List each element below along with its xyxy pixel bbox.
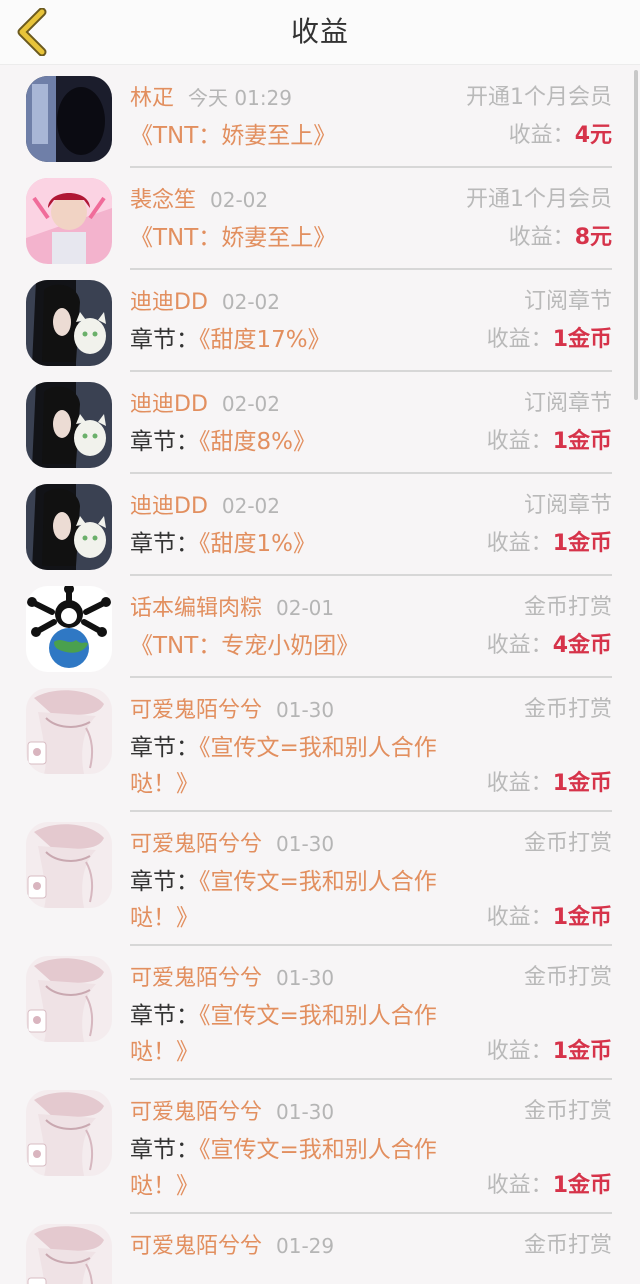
chapter-prefix: 章节：	[130, 735, 199, 761]
list-item[interactable]: 迪迪DD 02-02 订阅章节 章节：《甜度1%》 收益：1金币	[0, 474, 640, 576]
chapter-prefix: 章节：	[130, 1137, 199, 1163]
earnings-list: 林疋 今天 01:29 开通1个月会员 《TNT：娇妻至上》 收益：4元 裴念笙 02-…	[0, 66, 640, 1284]
chapter-title: 《甜度17%》	[199, 327, 331, 353]
earning-label: 收益：	[508, 225, 575, 250]
earning-type: 开通1个月会员	[466, 187, 612, 212]
earning-type: 金币打赏	[523, 965, 612, 990]
chapter-prefix: 章节：	[130, 531, 199, 557]
user-name: 可爱鬼陌兮兮	[130, 966, 263, 991]
earning-value: 1金币	[552, 327, 612, 352]
avatar	[26, 1090, 112, 1176]
list-item[interactable]: 可爱鬼陌兮兮 01-30 金币打赏 章节：《宣传文=我和别人合作哒！》 收益：1金币	[0, 812, 640, 946]
scrollbar[interactable]	[634, 70, 638, 400]
timestamp: 01-30	[276, 1100, 335, 1124]
user-name: 话本编辑肉粽	[130, 596, 263, 621]
timestamp: 今天 01:29	[188, 86, 293, 110]
book-title: 《TNT：专宠小奶团》	[130, 633, 360, 659]
list-item[interactable]: 林疋 今天 01:29 开通1个月会员 《TNT：娇妻至上》 收益：4元	[0, 66, 640, 168]
user-name: 迪迪DD	[130, 392, 208, 417]
timestamp: 01-30	[276, 832, 335, 856]
chapter-prefix: 章节：	[130, 327, 199, 353]
earning-label: 收益：	[486, 1173, 553, 1198]
timestamp: 01-30	[276, 698, 335, 722]
earning-value: 1金币	[552, 771, 612, 796]
earning-label: 收益：	[486, 771, 553, 796]
avatar	[26, 822, 112, 908]
user-name: 可爱鬼陌兮兮	[130, 698, 263, 723]
list-item[interactable]: 可爱鬼陌兮兮 01-30 金币打赏 章节：《宣传文=我和别人合作哒！》 收益：1金币	[0, 946, 640, 1080]
timestamp: 02-02	[221, 392, 281, 416]
chapter-prefix: 章节：	[130, 429, 199, 455]
list-item[interactable]: 可爱鬼陌兮兮 01-30 金币打赏 章节：《宣传文=我和别人合作哒！》 收益：1金币	[0, 1080, 640, 1214]
earning-value: 1金币	[552, 1039, 612, 1064]
earning-type: 金币打赏	[523, 1233, 612, 1258]
earning-label: 收益：	[486, 531, 553, 556]
earning-type: 金币打赏	[523, 831, 612, 856]
user-name: 林疋	[130, 86, 175, 111]
earning-type: 订阅章节	[523, 493, 612, 518]
avatar	[26, 382, 112, 468]
earning-value: 1金币	[552, 905, 612, 930]
timestamp: 02-02	[221, 290, 281, 314]
earning-value: 1金币	[552, 1173, 612, 1198]
earning-label: 收益：	[486, 327, 553, 352]
avatar	[26, 178, 112, 264]
earning-type: 开通1个月会员	[466, 85, 612, 110]
book-title: 《TNT：娇妻至上》	[130, 123, 337, 149]
earning-label: 收益：	[486, 905, 553, 930]
avatar	[26, 956, 112, 1042]
earning-value: 1金币	[552, 429, 612, 454]
avatar	[26, 586, 112, 672]
earning-type: 金币打赏	[523, 1099, 612, 1124]
list-item[interactable]: 迪迪DD 02-02 订阅章节 章节：《甜度17%》 收益：1金币	[0, 270, 640, 372]
user-name: 可爱鬼陌兮兮	[130, 832, 263, 857]
chapter-prefix: 章节：	[130, 869, 199, 895]
top-bar: 收益	[0, 0, 640, 65]
book-title: 《TNT：娇妻至上》	[130, 225, 337, 251]
avatar	[26, 484, 112, 570]
earning-value: 1金币	[552, 531, 612, 556]
earning-value: 8元	[574, 225, 612, 250]
earning-value: 4元	[574, 123, 612, 148]
list-item[interactable]: 裴念笙 02-02 开通1个月会员 《TNT：娇妻至上》 收益：8元	[0, 168, 640, 270]
earning-type: 订阅章节	[523, 289, 612, 314]
page-title: 收益	[290, 15, 349, 48]
list-item[interactable]: 迪迪DD 02-02 订阅章节 章节：《甜度8%》 收益：1金币	[0, 372, 640, 474]
chapter-title: 《甜度1%》	[199, 531, 316, 557]
user-name: 裴念笙	[130, 188, 197, 213]
timestamp: 02-02	[210, 188, 269, 212]
list-item[interactable]: 话本编辑肉粽 02-01 金币打赏 《TNT：专宠小奶团》 收益：4金币	[0, 576, 640, 678]
chapter-prefix: 章节：	[130, 1003, 199, 1029]
timestamp: 02-02	[221, 494, 281, 518]
user-name: 迪迪DD	[130, 290, 208, 315]
list-item[interactable]: 可爱鬼陌兮兮 01-30 金币打赏 章节：《宣传文=我和别人合作哒！》 收益：1金币	[0, 678, 640, 812]
timestamp: 01-30	[276, 966, 335, 990]
avatar	[26, 280, 112, 366]
earning-type: 金币打赏	[523, 595, 612, 620]
timestamp: 02-01	[276, 596, 335, 620]
list-item[interactable]: 可爱鬼陌兮兮 01-29 金币打赏	[0, 1214, 640, 1284]
earning-label: 收益：	[508, 123, 575, 148]
avatar	[26, 1224, 112, 1284]
timestamp: 01-29	[276, 1234, 335, 1258]
user-name: 可爱鬼陌兮兮	[130, 1100, 263, 1125]
user-name: 迪迪DD	[130, 494, 208, 519]
earning-label: 收益：	[486, 633, 553, 658]
earning-value: 4金币	[552, 633, 612, 658]
earning-label: 收益：	[486, 1039, 553, 1064]
earning-type: 金币打赏	[523, 697, 612, 722]
avatar	[26, 688, 112, 774]
user-name: 可爱鬼陌兮兮	[130, 1234, 263, 1259]
chapter-title: 《甜度8%》	[199, 429, 316, 455]
earning-label: 收益：	[486, 429, 553, 454]
avatar	[26, 76, 112, 162]
earning-type: 订阅章节	[523, 391, 612, 416]
